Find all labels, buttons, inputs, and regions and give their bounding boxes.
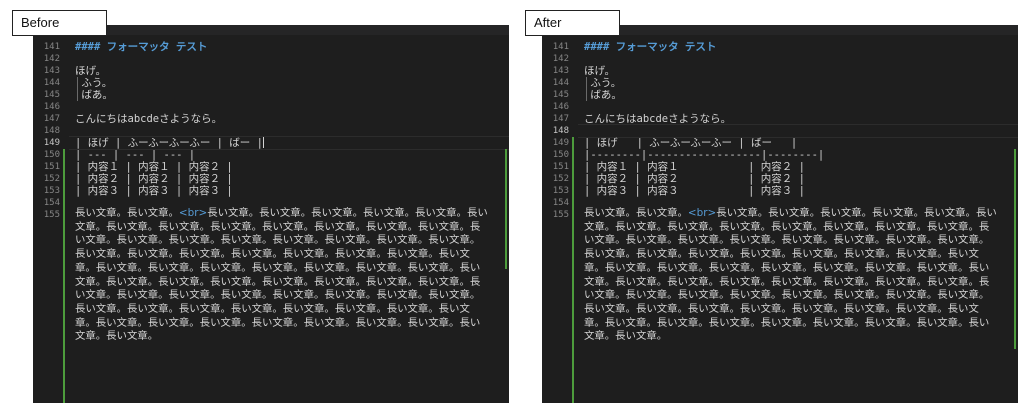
before-label: Before [12,10,107,36]
line-number: 146 [552,102,569,112]
line-number: 153 [43,186,60,196]
overview-ruler-mark [1014,149,1016,349]
line-number: 149 [43,138,60,148]
editor-panel-before[interactable]: 141 142 143 144 145 146 147 148 149 150 151 152 153 1… [33,25,509,403]
line-number: 148 [552,126,569,136]
current-line-highlight [578,124,1018,138]
line-number: 141 [552,42,569,52]
line-number: 141 [43,42,60,52]
line-number: 152 [43,174,60,184]
code-line[interactable]: こんにちはabcdeさようなら。 [75,113,503,125]
code-line[interactable]: | 内容３ | 内容３ | 内容３ | [75,185,503,197]
line-number: 145 [552,90,569,100]
line-number-gutter: 141 142 143 144 145 146 147 148 149 150 151 152 153 1… [542,35,570,403]
line-number: 150 [43,150,60,160]
line-number: 142 [552,54,569,64]
br-tag: <br> [178,207,208,219]
git-change-bar [572,137,574,403]
paragraph-text-pre: 長い文章。長い文章。 [584,207,688,219]
code-line[interactable]: | --- | --- | --- | [75,149,503,161]
blockquote-bar [586,77,587,101]
git-change-bar [63,149,65,403]
line-number: 144 [552,78,569,88]
code-line[interactable]: ふう。 [75,77,503,89]
code-line[interactable]: ほげ。 [75,65,503,77]
line-number: 148 [43,126,60,136]
line-number: 146 [43,102,60,112]
line-number: 147 [43,114,60,124]
code-line[interactable]: |--------|------------------|--------| [584,149,1012,161]
overview-ruler-mark [505,149,507,269]
line-number: 152 [552,174,569,184]
line-number: 143 [552,66,569,76]
line-number: 149 [552,138,569,148]
code-line[interactable]: | 内容３ | 内容３ | 内容３ | [584,185,1012,197]
long-paragraph: 長い文章。長い文章。<br>長い文章。長い文章。長い文章。長い文章。長い文章。長… [584,207,998,344]
line-number: 142 [43,54,60,64]
text-cursor [262,137,264,148]
line-number: 151 [552,162,569,172]
code-line[interactable]: #### フォーマッタ テスト [584,41,1012,53]
line-number: 143 [43,66,60,76]
line-number: 155 [552,210,569,220]
line-number: 145 [43,90,60,100]
line-number: 150 [552,150,569,160]
code-line[interactable]: ばあ。 [584,89,1012,101]
line-number: 154 [552,198,569,208]
line-number: 153 [552,186,569,196]
code-line[interactable]: ほげ。 [584,65,1012,77]
line-number: 144 [43,78,60,88]
code-line[interactable]: ばあ。 [75,89,503,101]
editor-panel-after[interactable]: 141 142 143 144 145 146 147 148 149 150 151 152 153 1… [542,25,1018,403]
line-number: 147 [552,114,569,124]
blockquote-bar [77,77,78,101]
code-line[interactable]: | ほげ | ふーふーふーふー | ばー | [75,137,503,149]
paragraph-text-post: 長い文章。長い文章。長い文章。長い文章。長い文章。長い文章。長い文章。長い文章。… [75,207,488,343]
code-line[interactable]: | 内容２ | 内容２ | 内容２ | [75,173,503,185]
paragraph-text-post: 長い文章。長い文章。長い文章。長い文章。長い文章。長い文章。長い文章。長い文章。… [584,207,997,343]
code-line[interactable]: #### フォーマッタ テスト [75,41,503,53]
line-number-gutter: 141 142 143 144 145 146 147 148 149 150 151 152 153 1… [33,35,61,403]
long-paragraph: 長い文章。長い文章。<br>長い文章。長い文章。長い文章。長い文章。長い文章。長… [75,207,489,344]
after-label: After [525,10,620,36]
code-line[interactable]: | ほげ | ふーふーふーふー | ばー | [584,137,1012,149]
code-line[interactable]: ふう。 [584,77,1012,89]
paragraph-text-pre: 長い文章。長い文章。 [75,207,179,219]
line-number: 151 [43,162,60,172]
code-line[interactable]: | 内容２ | 内容２ | 内容２ | [584,173,1012,185]
code-line[interactable]: | 内容１ | 内容１ | 内容２ | [75,161,503,173]
line-number: 155 [43,210,60,220]
line-number: 154 [43,198,60,208]
code-line[interactable]: | 内容１ | 内容１ | 内容２ | [584,161,1012,173]
br-tag: <br> [687,207,717,219]
